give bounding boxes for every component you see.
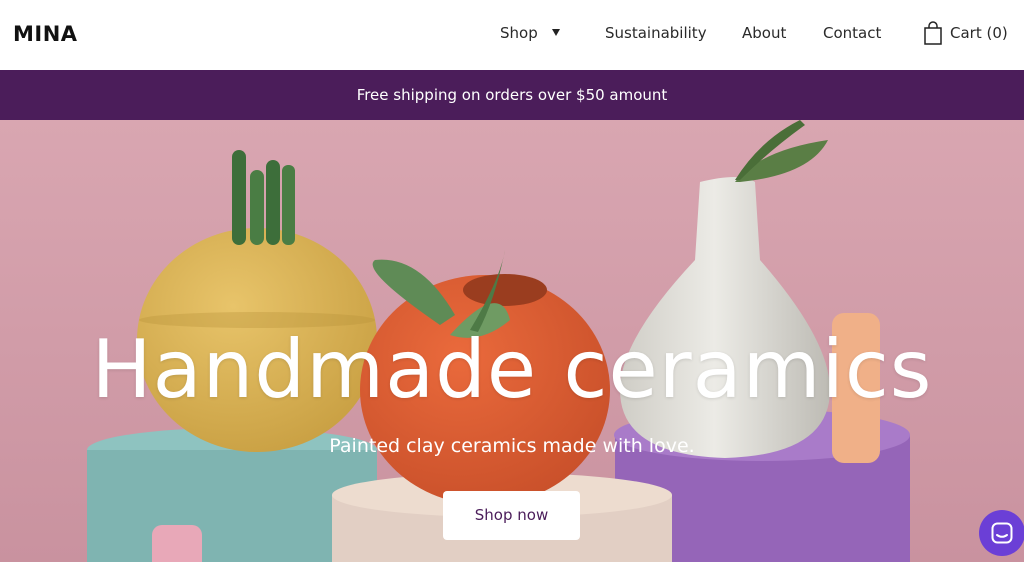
hero-subtitle: Painted clay ceramics made with love. — [329, 435, 695, 457]
chat-launcher[interactable] — [979, 510, 1024, 556]
nav-shop-label: Shop — [500, 24, 538, 42]
site-header: MINA Shop Sustainability About Contact C… — [0, 0, 1024, 70]
chat-icon — [991, 522, 1013, 544]
nav-contact[interactable]: Contact — [823, 24, 881, 42]
hero-section: Handmade ceramics Painted clay ceramics … — [0, 120, 1024, 562]
shop-now-button[interactable]: Shop now — [443, 491, 580, 540]
shopping-bag-icon — [924, 21, 942, 45]
site-logo[interactable]: MINA — [13, 22, 78, 46]
caret-down-icon — [552, 29, 560, 36]
hero-title: Handmade ceramics — [91, 323, 933, 416]
cart-label: Cart (0) — [950, 24, 1008, 42]
promo-banner: Free shipping on orders over $50 amount — [0, 70, 1024, 120]
nav-shop[interactable]: Shop — [500, 24, 560, 42]
nav-sustainability[interactable]: Sustainability — [605, 24, 707, 42]
nav-about[interactable]: About — [742, 24, 786, 42]
